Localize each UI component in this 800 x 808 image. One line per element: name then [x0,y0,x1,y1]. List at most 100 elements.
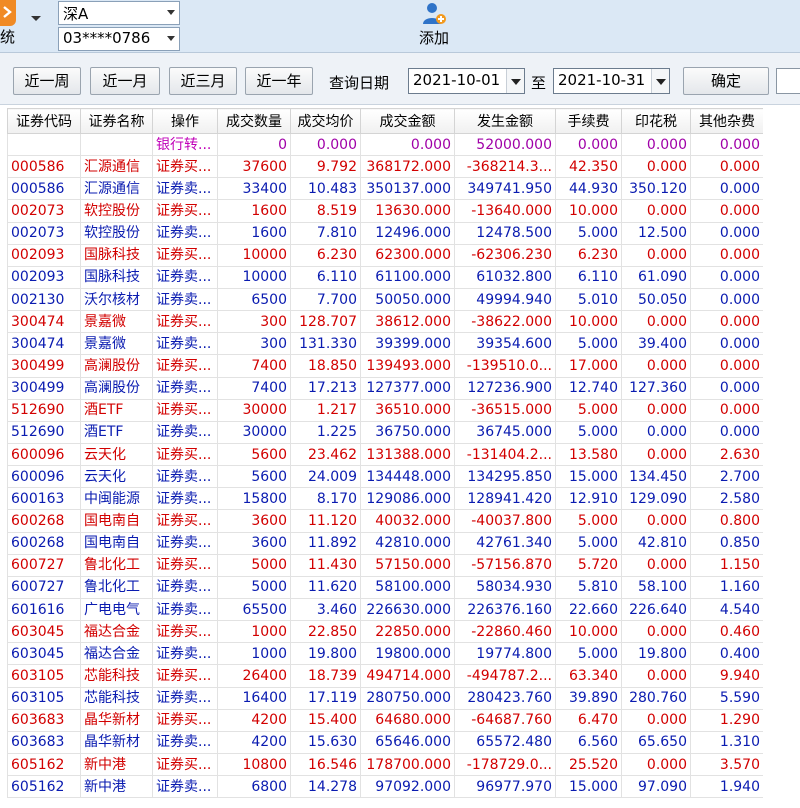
cell-other-fees: 0.000 [690,132,764,157]
cell-quantity: 1000 [217,620,291,644]
start-date-picker[interactable]: 2021-10-01 [408,68,525,94]
cell-stamp-tax: 0.000 [621,664,691,688]
table-row[interactable]: 600096 云天化 证券卖... 5600 24.009 134448.000 13429… [7,465,764,489]
cell-stamp-tax: 97.090 [621,775,691,799]
column-header-quantity[interactable]: 成交数量 [217,108,291,134]
column-header-commission[interactable]: 手续费 [555,108,622,134]
table-row[interactable]: 512690 酒ETF 证券卖... 30000 1.225 36750.000 36745… [7,420,764,444]
table-row[interactable]: 603683 晶华新材 证券卖... 4200 15.630 65646.000 65572… [7,730,764,754]
cell-other-fees: 0.000 [690,199,764,223]
column-header-net-amount[interactable]: 发生金额 [454,108,556,134]
table-row[interactable]: 603045 福达合金 证券买... 1000 22.850 22850.000 -2286… [7,620,764,644]
last-three-months-button[interactable]: 近三月 [169,67,237,95]
table-row[interactable]: 600268 国电南自 证券卖... 3600 11.892 42810.000 42761… [7,531,764,555]
column-header-name[interactable]: 证券名称 [80,108,153,134]
cell-other-fees: 1.940 [690,775,764,799]
account-select[interactable]: 03****0786 [58,27,180,51]
chevron-down-icon[interactable] [506,69,524,93]
table-row[interactable]: 600163 中闽能源 证券卖... 15800 8.170 129086.000 1289… [7,487,764,511]
cell-action: 证券买... [152,243,218,267]
column-header-avg-price[interactable]: 成交均价 [290,108,361,134]
cell-code: 600727 [7,575,81,599]
cell-avg-price: 11.430 [290,553,361,577]
table-row[interactable]: 002093 国脉科技 证券买... 10000 6.230 62300.000 -6230… [7,243,764,267]
cell-other-fees: 0.000 [690,177,764,201]
system-icon[interactable] [0,0,16,26]
cell-amount: 134448.000 [360,465,455,489]
confirm-button[interactable]: 确定 [683,67,769,95]
table-row[interactable]: 600727 鲁北化工 证券买... 5000 11.430 57150.000 -5715… [7,553,764,577]
last-month-button[interactable]: 近一月 [90,67,160,95]
cell-commission: 10.000 [555,310,622,334]
cell-net-amount: 12478.500 [454,221,556,245]
cell-name: 国脉科技 [80,265,153,289]
cell-name: 景嘉微 [80,310,153,334]
table-row[interactable]: 603105 芯能科技 证券买... 26400 18.739 494714.000 -49… [7,664,764,688]
table-row[interactable]: 605162 新中港 证券卖... 6800 14.278 97092.000 96977.… [7,775,764,799]
cell-amount: 65646.000 [360,730,455,754]
cell-code: 002093 [7,265,81,289]
last-year-button[interactable]: 近一年 [245,67,313,95]
table-row[interactable]: 600096 云天化 证券买... 5600 23.462 131388.000 -1314… [7,442,764,467]
cell-code: 300474 [7,332,81,356]
table-row[interactable]: 002073 软控股份 证券卖... 1600 7.810 12496.000 12478.… [7,221,764,245]
cell-amount: 178700.000 [360,752,455,777]
cell-stamp-tax: 0.000 [621,243,691,267]
table-row[interactable]: 603105 芯能科技 证券卖... 16400 17.119 280750.000 280… [7,686,764,710]
table-row[interactable]: 300474 景嘉微 证券卖... 300 131.330 39399.000 39354.… [7,332,764,356]
table-row[interactable]: 603683 晶华新材 证券买... 4200 15.400 64680.000 -6468… [7,708,764,732]
column-header-amount[interactable]: 成交金额 [360,108,455,134]
cell-quantity: 30000 [217,398,291,422]
cell-stamp-tax: 0.000 [621,620,691,644]
cell-commission: 63.340 [555,664,622,688]
column-header-action[interactable]: 操作 [152,108,218,134]
table-row[interactable]: 603045 福达合金 证券卖... 1000 19.800 19800.000 19774… [7,642,764,666]
cell-name: 国电南自 [80,509,153,533]
table-row[interactable]: 300499 高澜股份 证券卖... 7400 17.213 127377.000 1272… [7,376,764,400]
cell-other-fees: 0.000 [690,287,764,312]
cell-amount: 13630.000 [360,199,455,223]
table-row[interactable]: 002073 软控股份 证券买... 1600 8.519 13630.000 -13640… [7,199,764,223]
table-row[interactable]: 605162 新中港 证券买... 10800 16.546 178700.000 -178… [7,752,764,777]
cell-stamp-tax: 12.500 [621,221,691,245]
table-row[interactable]: 600268 国电南自 证券买... 3600 11.120 40032.000 -4003… [7,509,764,533]
table-row[interactable]: 600727 鲁北化工 证券卖... 5000 11.620 58100.000 58034… [7,575,764,599]
extra-input[interactable] [776,68,800,94]
cell-name: 高澜股份 [80,376,153,400]
cell-amount: 61100.000 [360,265,455,289]
table-row[interactable]: 银行转... 0 0.000 0.000 52000.000 0.000 0.000 0.00… [7,132,764,157]
table-row[interactable]: 002093 国脉科技 证券卖... 10000 6.110 61100.000 61032… [7,265,764,289]
cell-action: 证券买... [152,354,218,378]
cell-commission: 5.000 [555,531,622,555]
cell-action: 证券卖... [152,332,218,356]
table-row[interactable]: 000586 汇源通信 证券买... 37600 9.792 368172.000 -368… [7,155,764,179]
column-header-other-fees[interactable]: 其他杂费 [690,108,764,134]
cell-net-amount: -494787.2... [454,664,556,688]
cell-other-fees: 0.000 [690,243,764,267]
market-select[interactable]: 深A [58,1,180,25]
chevron-down-icon[interactable] [28,10,44,26]
add-button[interactable]: 添加 [410,2,458,50]
cell-other-fees: 0.800 [690,509,764,533]
table-row[interactable]: 000586 汇源通信 证券卖... 33400 10.483 350137.000 349… [7,177,764,201]
cell-action: 证券卖... [152,597,218,622]
column-header-code[interactable]: 证券代码 [7,108,81,134]
table-row[interactable]: 300499 高澜股份 证券买... 7400 18.850 139493.000 -139… [7,354,764,378]
chevron-down-icon[interactable] [651,69,669,93]
cell-code: 601616 [7,597,81,622]
table-row[interactable]: 002130 沃尔核材 证券卖... 6500 7.700 50050.000 49994.… [7,287,764,312]
end-date-picker[interactable]: 2021-10-31 [553,68,670,94]
table-row[interactable]: 601616 广电电气 证券卖... 65500 3.460 226630.000 2263… [7,597,764,622]
cell-action: 证券卖... [152,465,218,489]
system-menu-label[interactable]: 统 [0,26,15,47]
cell-other-fees: 0.000 [690,376,764,400]
column-header-stamp-tax[interactable]: 印花税 [621,108,691,134]
table-row[interactable]: 300474 景嘉微 证券买... 300 128.707 38612.000 -38622… [7,310,764,334]
cell-name: 国电南自 [80,531,153,555]
table-row[interactable]: 512690 酒ETF 证券买... 30000 1.217 36510.000 -3651… [7,398,764,422]
cell-net-amount: 19774.800 [454,642,556,666]
cell-name: 汇源通信 [80,155,153,179]
cell-name: 酒ETF [80,420,153,444]
query-date-label: 查询日期 [329,74,390,92]
last-week-button[interactable]: 近一周 [13,67,81,95]
